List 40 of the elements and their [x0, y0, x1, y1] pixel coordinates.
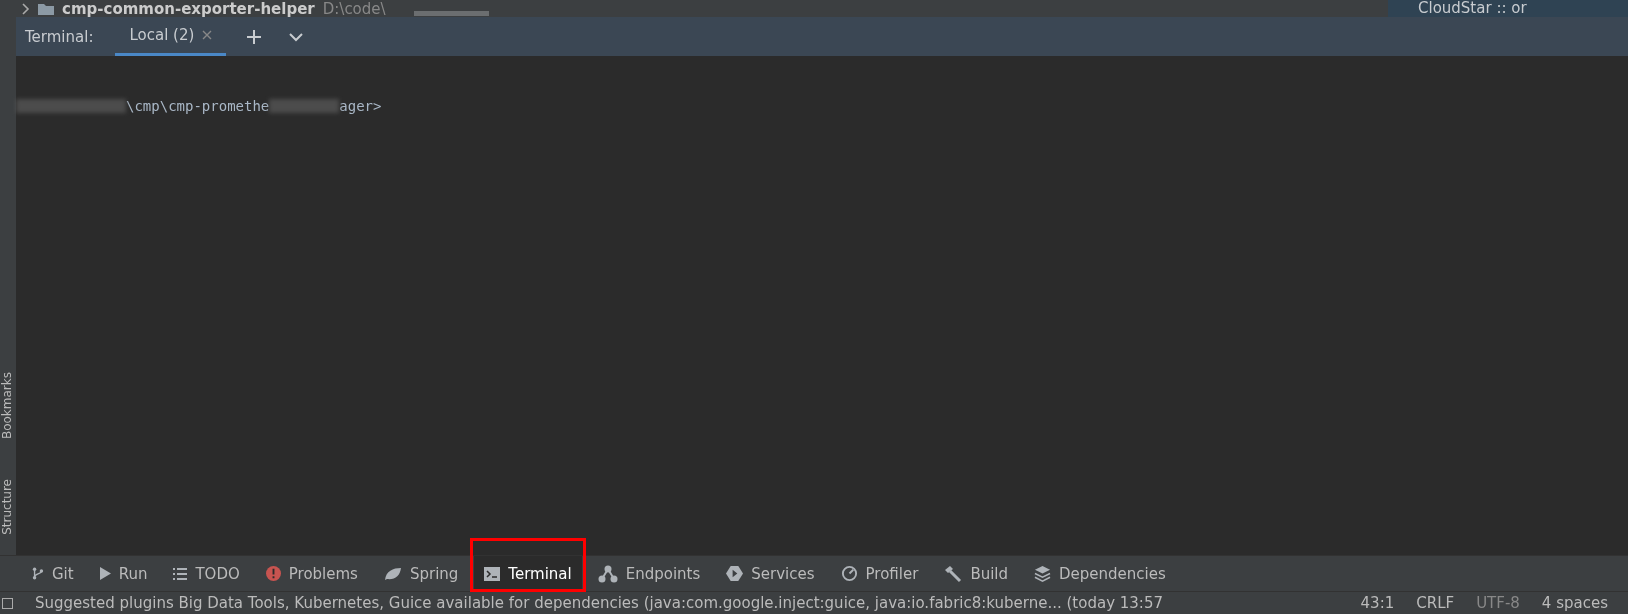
project-item[interactable]: CloudStar :: or [1388, 0, 1628, 17]
tool-window-button[interactable]: Endpoints [587, 556, 711, 591]
line-separator[interactable]: CRLF [1416, 594, 1455, 612]
add-icon[interactable] [246, 28, 263, 45]
caret-position[interactable]: 43:1 [1360, 594, 1395, 612]
tool-window-button[interactable]: Services [716, 556, 825, 591]
branch-icon [32, 566, 44, 581]
play-icon [99, 567, 111, 580]
terminal-icon [484, 566, 501, 581]
project-path: D:\code\ [322, 0, 386, 17]
leaf-icon [383, 566, 402, 581]
tool-window-button[interactable]: Problems [255, 556, 368, 591]
tool-window-button[interactable]: TODO [163, 556, 250, 591]
prompt-path: \cmp\cmp-promethe [126, 98, 270, 114]
list-icon [173, 567, 188, 580]
gauge-icon [840, 565, 858, 582]
terminal-title: Terminal: [25, 27, 94, 46]
nodes-icon [597, 564, 618, 583]
indent-setting[interactable]: 4 spaces [1541, 594, 1608, 612]
tool-window-button[interactable]: Spring [373, 556, 469, 591]
error-icon [265, 566, 281, 581]
tool-window-button[interactable]: Profiler [830, 556, 929, 591]
side-tool-tab[interactable]: Structure [0, 479, 16, 535]
toggle-panel-icon[interactable] [2, 597, 13, 609]
tool-window-button[interactable]: Terminal [474, 556, 582, 591]
prompt-end: ager> [339, 98, 382, 114]
file-encoding[interactable]: UTF-8 [1476, 594, 1520, 612]
close-icon[interactable] [202, 30, 213, 40]
tool-window-button[interactable]: Dependencies [1024, 556, 1176, 591]
folder-icon [38, 2, 54, 15]
layers-icon [1034, 565, 1052, 582]
tool-window-button[interactable]: Build [934, 556, 1019, 591]
scrollbar-thumb[interactable] [413, 11, 489, 16]
status-message[interactable]: Suggested plugins Big Data Tools, Kubernetes, Guice available for dependencies (java:com.google.inject:guice, java:io.fabric8:kuberne... (today 13:57 [35, 594, 1163, 612]
tool-window-button[interactable]: Git [22, 556, 84, 591]
side-tool-tab[interactable]: Bookmarks [0, 372, 16, 440]
redacted-text [269, 99, 340, 113]
project-name[interactable]: cmp-common-exporter-helper [62, 0, 315, 17]
hammer-icon [944, 564, 963, 583]
tool-window-button[interactable]: Run [89, 556, 158, 591]
